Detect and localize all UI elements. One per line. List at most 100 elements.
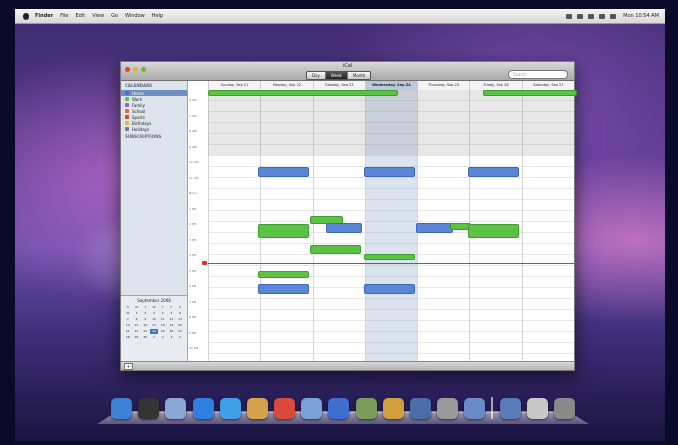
finder-icon[interactable] <box>111 398 132 419</box>
mini-calendar-day[interactable]: 18 <box>159 323 167 328</box>
add-calendar-button[interactable]: + <box>124 363 133 370</box>
mini-calendar-day[interactable]: 23 <box>141 329 149 334</box>
view-month-button[interactable]: Month <box>347 72 371 79</box>
trash-icon[interactable] <box>553 398 575 419</box>
calendar-checkbox[interactable] <box>125 91 129 95</box>
day-header[interactable]: Monday, Sep 22 <box>260 81 312 90</box>
mini-calendar-day[interactable]: 16 <box>141 323 149 328</box>
mini-calendar-day[interactable]: 21 <box>124 329 132 334</box>
menu-edit[interactable]: Edit <box>76 13 86 19</box>
menu-app-name[interactable]: Finder <box>35 13 53 19</box>
calendar-checkbox[interactable] <box>125 103 129 107</box>
calendar-event[interactable] <box>258 271 309 278</box>
mini-calendar-day[interactable]: 24 <box>150 329 158 334</box>
mini-calendar-day[interactable]: 13 <box>176 317 184 322</box>
calendar-checkbox[interactable] <box>125 109 129 113</box>
calendar-checkbox[interactable] <box>125 97 129 101</box>
mini-calendar-day[interactable]: 10 <box>150 317 158 322</box>
view-week-button[interactable]: Week <box>325 72 348 79</box>
mini-calendar-day[interactable]: 30 <box>141 335 149 340</box>
mini-calendar-day[interactable]: 26 <box>168 329 176 334</box>
system-preferences-icon[interactable] <box>437 398 459 419</box>
day-header[interactable]: Tuesday, Sep 23 <box>312 81 365 90</box>
mini-calendar-day[interactable]: 1 <box>150 335 158 340</box>
menu-window[interactable]: Window <box>125 13 145 19</box>
ical-icon[interactable] <box>274 398 296 419</box>
mini-calendar-day[interactable]: 29 <box>133 335 141 340</box>
mini-calendar-day[interactable]: 28 <box>124 335 132 340</box>
calendar-event[interactable] <box>468 167 519 177</box>
bluetooth-icon[interactable] <box>566 13 573 19</box>
mini-calendar-day[interactable]: 11 <box>159 317 167 322</box>
calendar-event[interactable] <box>364 284 415 294</box>
itunes-icon[interactable] <box>328 398 350 419</box>
time-machine-status-icon[interactable] <box>577 13 584 19</box>
menu-view[interactable]: View <box>92 13 104 19</box>
mini-calendar-day[interactable]: 20 <box>176 323 184 328</box>
day-header[interactable]: Sunday, Sep 21 <box>208 81 260 90</box>
calendar-event[interactable] <box>364 254 415 260</box>
garageband-icon[interactable] <box>382 398 404 419</box>
calendar-event[interactable] <box>258 167 309 177</box>
menu-clock[interactable]: Mon 10:54 AM <box>623 13 659 19</box>
mini-calendar-day[interactable]: 9 <box>141 317 149 322</box>
all-day-event[interactable] <box>208 90 398 96</box>
mini-calendar-day[interactable]: 4 <box>159 311 167 316</box>
calendar-event[interactable] <box>326 223 362 233</box>
day-header[interactable]: Saturday, Sep 27 <box>521 81 574 90</box>
calendar-event[interactable] <box>468 224 519 238</box>
calendar-event[interactable] <box>258 284 309 294</box>
menu-help[interactable]: Help <box>152 13 163 19</box>
volume-icon[interactable] <box>588 13 595 19</box>
mini-calendar-day[interactable]: 17 <box>150 323 158 328</box>
address-book-icon[interactable] <box>246 398 268 419</box>
apple-menu-icon[interactable] <box>23 12 29 20</box>
preview-icon[interactable] <box>301 398 323 419</box>
calendar-checkbox[interactable] <box>125 121 129 125</box>
downloads-icon[interactable] <box>526 398 548 419</box>
mini-calendar-day[interactable]: 7 <box>124 317 132 322</box>
wifi-icon[interactable] <box>599 13 606 19</box>
mini-calendar-day[interactable]: 19 <box>168 323 176 328</box>
mini-calendar-day[interactable]: 1 <box>133 311 141 316</box>
mini-calendar-day[interactable]: 27 <box>176 329 184 334</box>
mini-calendar-day[interactable]: 31 <box>124 311 132 316</box>
mini-calendar-day[interactable]: 2 <box>141 311 149 316</box>
calendar-event[interactable] <box>364 167 415 177</box>
day-header[interactable]: Wednesday, Sep 24 <box>364 81 418 90</box>
mini-calendar-day[interactable]: 5 <box>168 311 176 316</box>
mini-calendar-day[interactable]: 25 <box>159 329 167 334</box>
all-day-event[interactable] <box>482 90 577 96</box>
mini-calendar-day[interactable]: 3 <box>168 335 176 340</box>
menu-go[interactable]: Go <box>111 13 118 19</box>
calendar-checkbox[interactable] <box>125 115 129 119</box>
mini-calendar-day[interactable]: 6 <box>176 311 184 316</box>
mini-calendar-day[interactable]: 3 <box>150 311 158 316</box>
ichat-icon[interactable] <box>219 398 241 419</box>
mini-calendar-day[interactable]: 22 <box>133 329 141 334</box>
mail-icon[interactable] <box>165 398 187 419</box>
documents-icon[interactable] <box>499 398 521 419</box>
calendar-event[interactable] <box>416 223 453 233</box>
mini-calendar-day[interactable]: 14 <box>124 323 132 328</box>
menu-file[interactable]: File <box>60 13 68 19</box>
mini-calendar-day[interactable]: 15 <box>133 323 141 328</box>
day-header[interactable]: Friday, Sep 26 <box>469 81 521 90</box>
time-machine-icon[interactable] <box>409 398 431 419</box>
dashboard-icon[interactable] <box>138 398 160 419</box>
window-titlebar[interactable]: iCal Day Week Month Search <box>121 62 574 81</box>
search-field[interactable]: Search <box>508 70 568 79</box>
spaces-icon[interactable] <box>464 398 486 419</box>
battery-icon[interactable] <box>610 13 617 19</box>
mini-calendar-day[interactable]: 4 <box>176 335 184 340</box>
view-day-button[interactable]: Day <box>307 72 326 79</box>
calendar-checkbox[interactable] <box>125 127 129 131</box>
mini-calendar-day[interactable]: 2 <box>159 335 167 340</box>
calendar-event[interactable] <box>310 245 361 254</box>
mini-calendar-day[interactable]: 12 <box>168 317 176 322</box>
calendar-event[interactable] <box>258 224 309 238</box>
safari-icon[interactable] <box>192 398 214 419</box>
day-header[interactable]: Thursday, Sep 25 <box>417 81 469 90</box>
iphoto-icon[interactable] <box>355 398 377 419</box>
mini-calendar-day[interactable]: 8 <box>133 317 141 322</box>
